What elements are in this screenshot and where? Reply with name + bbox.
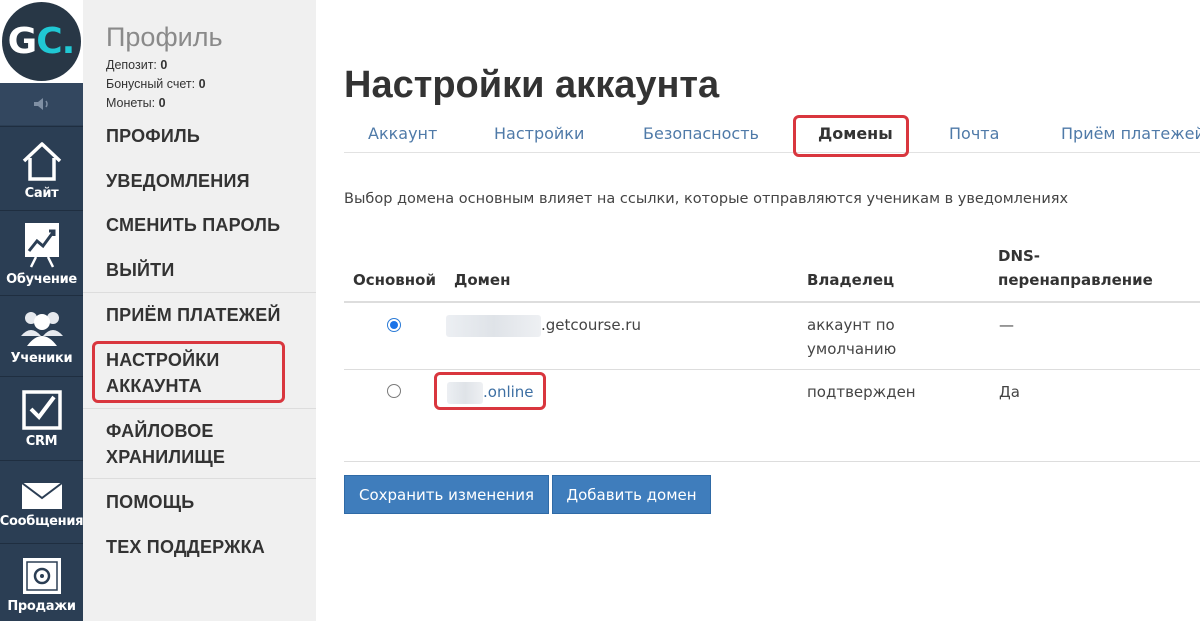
menu-item-change-password[interactable]: СМЕНИТЬ ПАРОЛЬ bbox=[106, 212, 280, 238]
menu-item-file-storage[interactable]: ФАЙЛОВОЕ ХРАНИЛИЩЕ bbox=[106, 418, 225, 470]
chart-icon bbox=[24, 223, 59, 268]
menu-item-help[interactable]: ПОМОЩЬ bbox=[106, 489, 194, 515]
menu-item-logout[interactable]: ВЫЙТИ bbox=[106, 257, 175, 283]
profile-title: Профиль bbox=[106, 22, 223, 52]
dns-cell: Да bbox=[999, 383, 1020, 401]
deposit-stat: Депозит: 0 bbox=[106, 58, 168, 72]
tab-security[interactable]: Безопасность bbox=[643, 124, 759, 143]
tabs-underline bbox=[344, 152, 1200, 153]
highlight-domain-online bbox=[434, 372, 546, 410]
tab-account[interactable]: Аккаунт bbox=[368, 124, 437, 143]
icon-rail: GC. Сайт Обучение Ученики CRM Сообщения … bbox=[0, 0, 84, 621]
speaker-icon[interactable] bbox=[0, 83, 83, 125]
home-icon bbox=[22, 142, 61, 181]
primary-radio-row-1[interactable] bbox=[387, 318, 401, 332]
page-title: Настройки аккаунта bbox=[344, 64, 720, 106]
rail-item-site[interactable]: Сайт bbox=[0, 126, 83, 209]
rail-item-crm[interactable]: CRM bbox=[0, 376, 83, 459]
menu-item-support[interactable]: ТЕХ ПОДДЕРЖКА bbox=[106, 534, 265, 560]
tab-mail[interactable]: Почта bbox=[949, 124, 999, 143]
owner-cell: подтвержден bbox=[807, 383, 916, 401]
save-changes-button[interactable]: Сохранить изменения bbox=[344, 475, 549, 514]
dns-cell: — bbox=[999, 316, 1014, 334]
highlight-account-settings bbox=[92, 341, 285, 403]
menu-divider bbox=[83, 408, 316, 409]
menu-item-notifications[interactable]: УВЕДОМЛЕНИЯ bbox=[106, 168, 250, 194]
bonus-stat: Бонусный счет: 0 bbox=[106, 77, 206, 91]
primary-radio-row-2[interactable] bbox=[387, 384, 401, 398]
column-header-primary: Основной bbox=[353, 271, 436, 289]
checkbox-icon bbox=[21, 390, 62, 430]
rail-item-learning[interactable]: Обучение bbox=[0, 210, 83, 294]
column-header-domain: Домен bbox=[454, 271, 511, 289]
table-bottom-divider bbox=[344, 461, 1200, 462]
tab-settings[interactable]: Настройки bbox=[494, 124, 584, 143]
menu-divider bbox=[83, 292, 316, 293]
logo-area: GC. bbox=[0, 0, 83, 83]
table-header-divider bbox=[344, 301, 1200, 303]
safe-icon bbox=[22, 558, 61, 594]
profile-menu: Профиль Депозит: 0 Бонусный счет: 0 Моне… bbox=[83, 0, 316, 621]
row-divider bbox=[344, 369, 1200, 370]
domain-description: Выбор домена основным влияет на ссылки, … bbox=[344, 191, 1069, 207]
column-header-owner: Владелец bbox=[807, 271, 895, 289]
owner-cell: аккаунт по умолчанию bbox=[807, 316, 897, 358]
rail-item-messages[interactable]: Сообщения bbox=[0, 460, 84, 542]
add-domain-button[interactable]: Добавить домен bbox=[552, 475, 711, 514]
highlight-domains-tab bbox=[793, 115, 909, 157]
domain-cell: .getcourse.ru bbox=[446, 313, 641, 337]
rail-item-students[interactable]: Ученики bbox=[0, 295, 83, 375]
column-header-dns: DNS- перенаправление bbox=[998, 247, 1153, 289]
envelope-icon bbox=[20, 482, 63, 509]
redacted-subdomain bbox=[446, 314, 541, 337]
tab-payments[interactable]: Приём платежей bbox=[1061, 124, 1200, 143]
rail-item-sales[interactable]: Продажи bbox=[0, 543, 83, 621]
getcourse-logo[interactable]: GC. bbox=[2, 2, 81, 81]
users-icon bbox=[20, 312, 63, 346]
menu-item-payments[interactable]: ПРИЁМ ПЛАТЕЖЕЙ bbox=[106, 302, 281, 328]
menu-divider bbox=[83, 478, 316, 479]
coins-stat: Монеты: 0 bbox=[106, 96, 166, 110]
menu-item-profile[interactable]: ПРОФИЛЬ bbox=[106, 123, 200, 149]
